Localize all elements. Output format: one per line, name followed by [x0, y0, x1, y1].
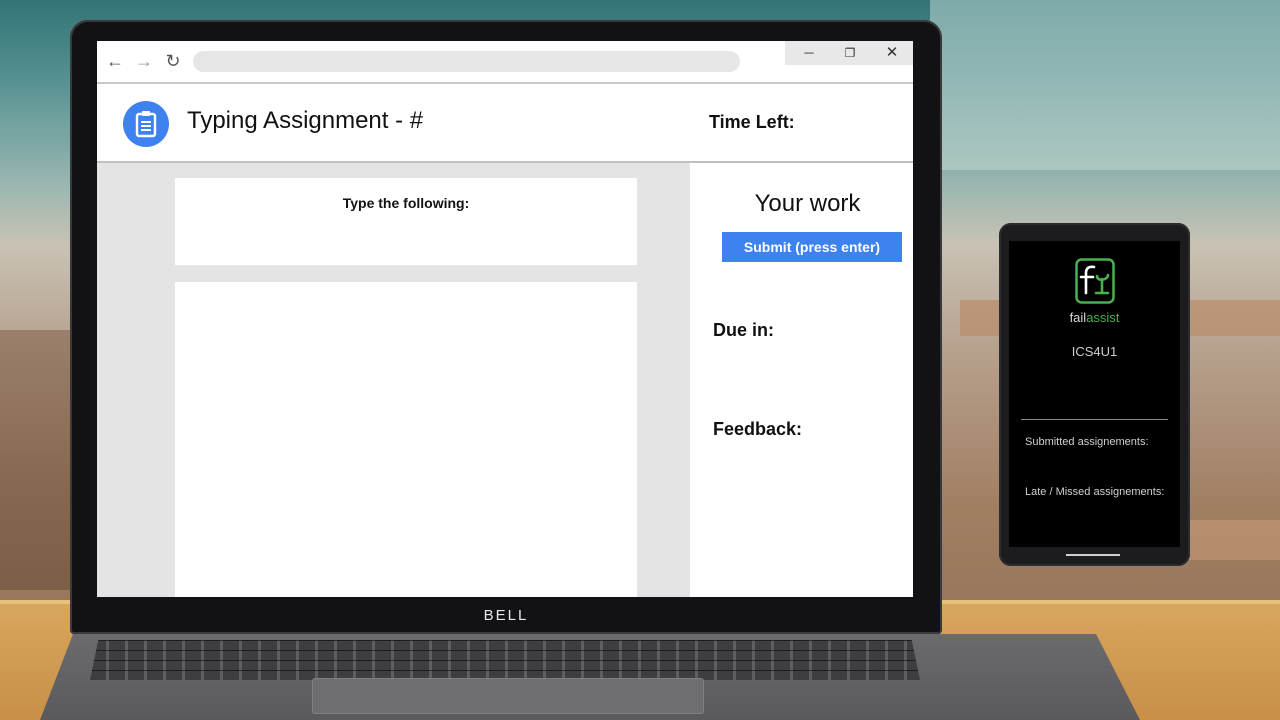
- brand-name-part1: fail: [1069, 310, 1087, 325]
- background-chair: [0, 330, 70, 590]
- typing-input[interactable]: [175, 282, 637, 597]
- late-missed-assignments-label: Late / Missed assignements:: [1025, 486, 1165, 498]
- window-controls: ─ ❐ ✕: [785, 41, 913, 65]
- laptop-screen: ← → ↻ ─ ❐ ✕ Typing Assignment - # Time L…: [97, 41, 913, 597]
- reload-icon[interactable]: ↻: [163, 51, 183, 71]
- background-desk: [1180, 520, 1280, 560]
- home-indicator[interactable]: [1066, 554, 1120, 556]
- maximize-icon[interactable]: ❐: [830, 43, 870, 63]
- submitted-assignments-label: Submitted assignements:: [1025, 436, 1149, 448]
- laptop-trackpad: [312, 678, 704, 714]
- close-icon[interactable]: ✕: [872, 43, 912, 63]
- background-window: [930, 0, 1280, 170]
- submit-button[interactable]: Submit (press enter): [722, 232, 902, 262]
- work-sidebar: Your work Submit (press enter) Due in: F…: [690, 163, 913, 597]
- assignment-pane: Type the following:: [97, 163, 690, 597]
- page-title: Typing Assignment - #: [187, 107, 424, 134]
- time-left-label: Time Left:: [709, 112, 795, 132]
- forward-arrow-icon[interactable]: →: [134, 51, 154, 71]
- clipboard-icon: [123, 101, 169, 147]
- phone-screen: failassist ICS4U1 Submitted assignements…: [1009, 241, 1180, 547]
- failassist-logo-icon: [1075, 258, 1115, 304]
- feedback-label: Feedback:: [713, 419, 803, 439]
- minimize-icon[interactable]: ─: [789, 43, 829, 63]
- laptop-keyboard: [90, 640, 920, 680]
- divider: [1021, 419, 1168, 420]
- prompt-card: Type the following:: [175, 178, 637, 265]
- brand-name: failassist: [1009, 310, 1180, 325]
- phone-device: failassist ICS4U1 Submitted assignements…: [999, 223, 1190, 566]
- back-arrow-icon[interactable]: ←: [105, 51, 125, 71]
- prompt-label: Type the following:: [342, 195, 470, 211]
- brand-name-part2: assist: [1086, 310, 1120, 325]
- course-code: ICS4U1: [1071, 344, 1118, 359]
- laptop-brand-logo: BELL: [483, 607, 529, 624]
- address-bar[interactable]: [193, 51, 740, 72]
- your-work-heading: Your work: [754, 190, 861, 217]
- app-header: Typing Assignment - # Time Left:: [97, 84, 913, 163]
- due-in-label: Due in:: [713, 320, 774, 340]
- browser-toolbar: ← → ↻ ─ ❐ ✕: [97, 41, 913, 84]
